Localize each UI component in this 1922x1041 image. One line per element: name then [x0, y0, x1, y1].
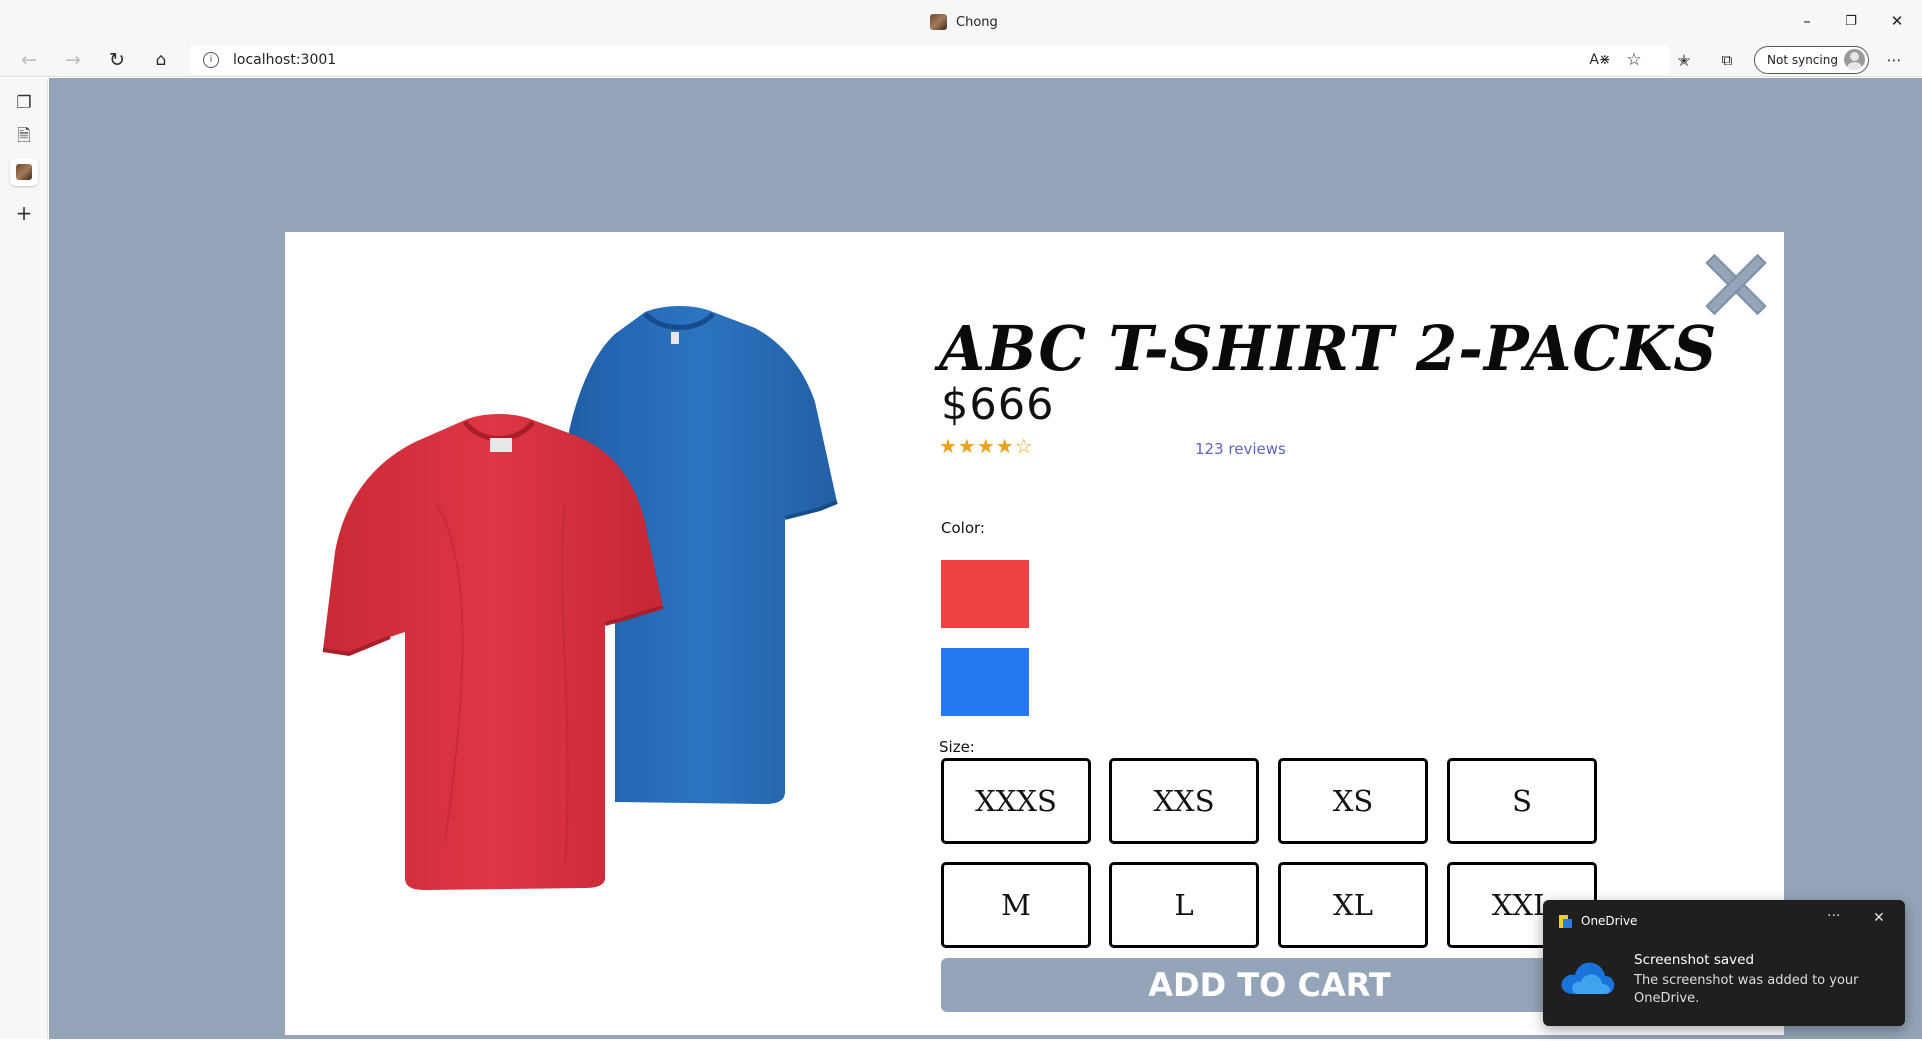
reviews-link[interactable]: 123 reviews — [1195, 440, 1286, 458]
add-to-cart-button[interactable]: ADD TO CART — [941, 958, 1598, 1012]
add-favorite-icon[interactable]: ☆ — [1621, 48, 1647, 72]
page-viewport: ABC T-SHIRT 2-PACKS $666 ★★★★☆ 123 revie… — [49, 78, 1922, 1041]
size-option-xxxs[interactable]: XXXS — [941, 758, 1091, 844]
favorites-icon[interactable]: ✭ — [1671, 48, 1697, 72]
product-image-tshirts — [322, 306, 838, 890]
size-option-l[interactable]: L — [1109, 862, 1259, 948]
color-swatch-blue[interactable] — [941, 648, 1029, 716]
minimize-icon[interactable]: – — [1787, 8, 1827, 34]
home-icon[interactable]: ⌂ — [148, 48, 174, 72]
new-page-tab-icon[interactable]: 🗎 — [10, 123, 38, 151]
size-option-xxs[interactable]: XXS — [1109, 758, 1259, 844]
size-label: Size: — [939, 738, 975, 756]
profile-avatar-icon — [930, 14, 947, 30]
tab-actions-icon[interactable]: ❐ — [10, 89, 38, 117]
more-icon[interactable]: ⋯ — [1881, 48, 1907, 72]
tab-current[interactable] — [10, 158, 38, 186]
refresh-icon[interactable]: ↻ — [104, 48, 130, 72]
collections-icon[interactable]: ⧉ — [1714, 48, 1740, 72]
size-option-xs[interactable]: XS — [1278, 758, 1428, 844]
tab-favicon-icon — [16, 164, 32, 180]
toast-more-icon[interactable]: ··· — [1827, 908, 1840, 924]
toast-title: Screenshot saved — [1634, 952, 1755, 968]
info-icon[interactable]: i — [203, 52, 219, 68]
toast-close-icon[interactable]: ✕ — [1873, 910, 1885, 926]
read-aloud-icon[interactable]: A⋇ — [1587, 48, 1613, 72]
color-label: Color: — [941, 519, 985, 537]
size-option-xl[interactable]: XL — [1278, 862, 1428, 948]
onedrive-notification[interactable]: OneDrive ··· ✕ Screenshot saved The scre… — [1543, 900, 1905, 1026]
address-text[interactable]: localhost:3001 — [233, 52, 336, 68]
star-rating: ★★★★☆ — [939, 434, 1034, 458]
close-window-icon[interactable]: ✕ — [1877, 8, 1917, 34]
address-bar[interactable]: i localhost:3001 — [190, 45, 1670, 75]
size-option-m[interactable]: M — [941, 862, 1091, 948]
vertical-tabs-sidebar: ❐ 🗎 + — [0, 78, 48, 1041]
red-tshirt — [322, 414, 664, 890]
new-tab-icon[interactable]: + — [10, 199, 38, 227]
window-title: Chong — [930, 14, 998, 30]
size-option-s[interactable]: S — [1447, 758, 1597, 844]
onedrive-cloud-icon — [1561, 962, 1615, 994]
back-icon[interactable]: ← — [16, 48, 42, 72]
close-modal-icon[interactable] — [1705, 254, 1763, 312]
sync-label: Not syncing — [1767, 53, 1838, 67]
restore-icon[interactable]: ❐ — [1831, 8, 1871, 34]
sync-profile-button[interactable]: Not syncing — [1754, 46, 1869, 74]
toast-body: The screenshot was added to your OneDriv… — [1634, 973, 1859, 1006]
profile-avatar-icon — [1844, 49, 1865, 70]
product-title: ABC T-SHIRT 2-PACKS — [939, 312, 1718, 385]
onedrive-app-icon — [1559, 915, 1572, 928]
forward-icon[interactable]: → — [60, 48, 86, 72]
window-title-text: Chong — [956, 14, 998, 30]
toast-app-name: OneDrive — [1581, 914, 1638, 928]
color-swatch-red[interactable] — [941, 560, 1029, 628]
window-titlebar: Chong – ❐ ✕ — [0, 0, 1922, 43]
browser-toolbar: ← → ↻ ⌂ i localhost:3001 A⋇ ☆ ✭ ⧉ Not sy… — [0, 43, 1922, 77]
product-price: $666 — [941, 380, 1055, 430]
